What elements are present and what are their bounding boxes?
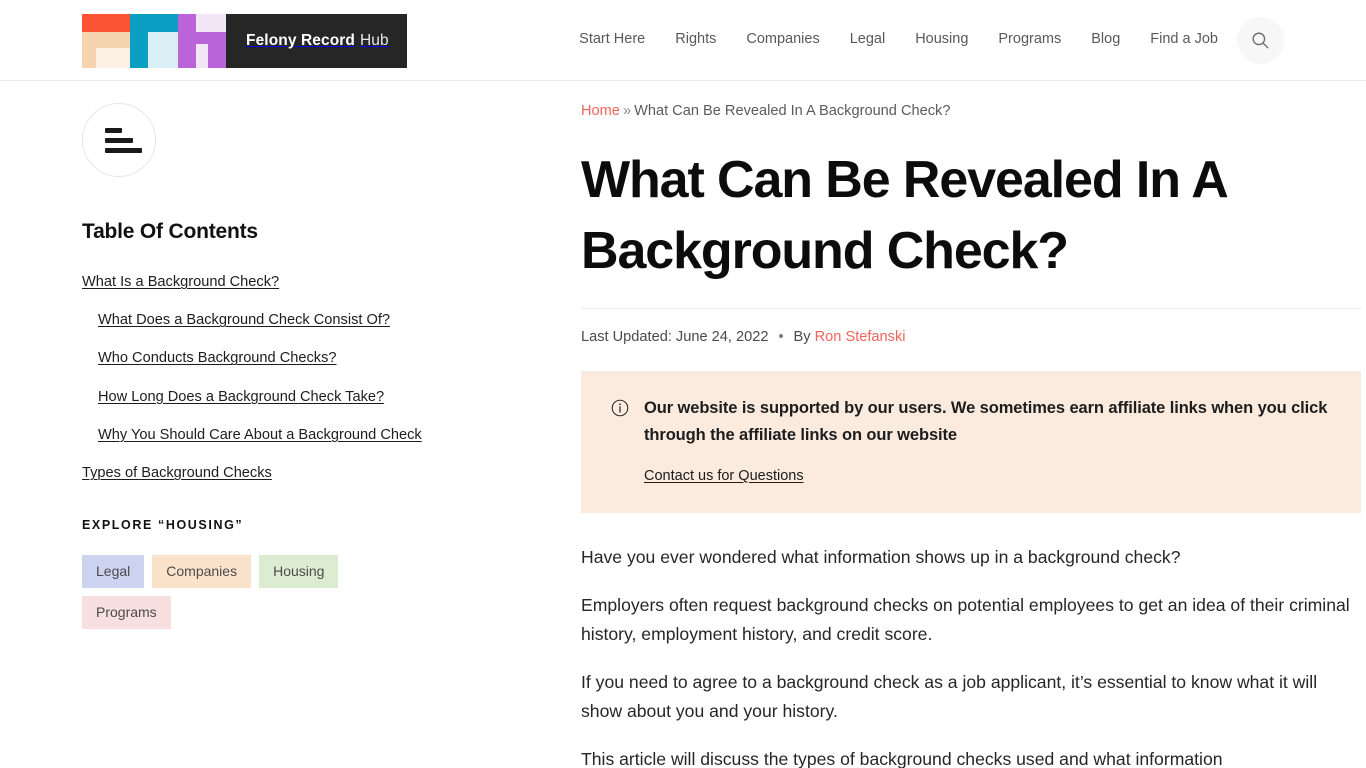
- toc-toggle-button[interactable]: [82, 103, 156, 177]
- tag-cloud: Legal Companies Housing Programs: [82, 555, 382, 629]
- nav-item-housing[interactable]: Housing: [915, 31, 968, 47]
- paragraph: This article will discuss the types of b…: [581, 749, 1223, 768]
- logo-mark-icon: [82, 14, 226, 68]
- list-item: Types of Background Checks: [82, 462, 460, 484]
- search-button[interactable]: [1237, 17, 1284, 64]
- paragraph: Employers often request background check…: [581, 595, 1350, 644]
- tag-companies[interactable]: Companies: [152, 555, 252, 588]
- contact-us-link[interactable]: Contact us for Questions: [644, 468, 804, 484]
- toc-link-who-conducts-background-checks[interactable]: Who Conducts Background Checks?: [98, 350, 337, 366]
- toc-link-how-long-does-a-background-check-take[interactable]: How Long Does a Background Check Take?: [98, 389, 384, 405]
- nav-item-find-a-job[interactable]: Find a Job: [1150, 31, 1218, 47]
- logo-wordmark: Felony Record Hub: [226, 14, 407, 68]
- post-by-label: By: [793, 329, 811, 346]
- list-item: How Long Does a Background Check Take?: [82, 386, 460, 408]
- tag-housing[interactable]: Housing: [259, 555, 339, 588]
- logo-tile-purple: [178, 14, 226, 68]
- list-item: Why You Should Care About a Background C…: [82, 424, 460, 446]
- main-navigation: Start Here Rights Companies Legal Housin…: [579, 31, 1218, 47]
- breadcrumb-current: What Can Be Revealed In A Background Che…: [634, 103, 951, 119]
- toc-link-types-of-background-checks[interactable]: Types of Background Checks: [82, 465, 272, 481]
- list-item: What Is a Background Check?: [82, 271, 460, 293]
- toc-title: Table Of Contents: [82, 220, 258, 243]
- meta-bullet: •: [778, 329, 784, 346]
- logo-tile-orange: [82, 14, 130, 68]
- logo-tile-teal: [130, 14, 178, 68]
- notice-body: Our website is supported by our users. W…: [644, 395, 1331, 484]
- post-author-link[interactable]: Ron Stefanski: [815, 329, 906, 345]
- article-body: Have you ever wondered what information …: [581, 543, 1361, 768]
- toc-link-why-you-should-care-about-a-background-check[interactable]: Why You Should Care About a Background C…: [98, 427, 422, 443]
- paragraph: Have you ever wondered what information …: [581, 546, 1181, 567]
- post-date: Last Updated: June 24, 2022: [581, 329, 769, 346]
- nav-item-programs[interactable]: Programs: [998, 31, 1061, 47]
- paragraph: If you need to agree to a background che…: [581, 672, 1318, 721]
- explore-section-title: EXPLORE “HOUSING”: [82, 518, 244, 533]
- toc-link-what-does-a-background-check-consist-of[interactable]: What Does a Background Check Consist Of?: [98, 312, 390, 328]
- breadcrumb-separator: »: [622, 103, 632, 119]
- info-circle-icon: [611, 399, 629, 484]
- toc-list: What Is a Background Check? What Does a …: [82, 271, 460, 484]
- nav-item-rights[interactable]: Rights: [675, 31, 716, 47]
- list-item: Who Conducts Background Checks?: [82, 347, 460, 369]
- list-item: What Does a Background Check Consist Of?: [82, 309, 460, 331]
- breadcrumb-home[interactable]: Home: [581, 103, 620, 119]
- toc-toggle-icon: [105, 127, 122, 133]
- affiliate-disclosure-notice: Our website is supported by our users. W…: [581, 371, 1361, 513]
- nav-item-legal[interactable]: Legal: [850, 31, 885, 47]
- breadcrumb: Home» What Can Be Revealed In A Backgroun…: [581, 103, 1361, 119]
- nav-item-companies[interactable]: Companies: [746, 31, 819, 47]
- nav-item-blog[interactable]: Blog: [1091, 31, 1120, 47]
- tag-programs[interactable]: Programs: [82, 595, 171, 629]
- nav-item-start-here[interactable]: Start Here: [579, 31, 645, 47]
- page-body: Table Of Contents What Is a Background C…: [0, 81, 1366, 768]
- site-header: Felony Record Hub Start Here Rights Comp…: [0, 0, 1366, 81]
- site-logo[interactable]: Felony Record Hub: [82, 14, 407, 68]
- notice-text: Our website is supported by our users. W…: [644, 399, 1328, 445]
- page-title: What Can Be Revealed In A Background Che…: [581, 151, 1227, 280]
- logo-word-strong: Felony Record: [246, 32, 355, 49]
- tag-legal[interactable]: Legal: [82, 555, 145, 588]
- post-meta: Last Updated: June 24, 2022 • By Ron Stefa…: [581, 329, 1361, 345]
- search-icon: [1252, 32, 1269, 49]
- title-divider: [581, 308, 1361, 310]
- sidebar: Table Of Contents What Is a Background C…: [82, 81, 460, 768]
- toc-link-what-is-a-background-check[interactable]: What Is a Background Check?: [82, 274, 279, 290]
- main-content: Home» What Can Be Revealed In A Backgroun…: [460, 81, 1361, 768]
- logo-word-light: Hub: [359, 32, 389, 49]
